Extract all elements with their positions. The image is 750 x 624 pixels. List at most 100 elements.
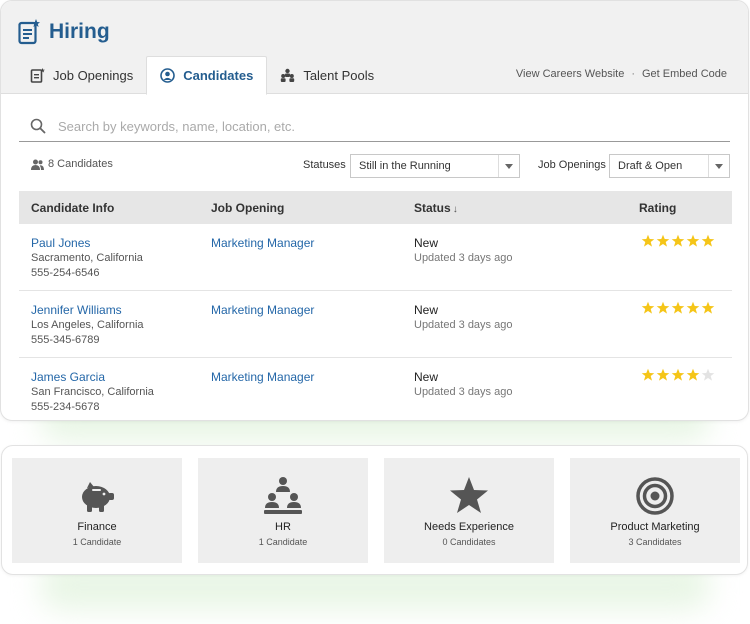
tab-candidates[interactable]: Candidates bbox=[146, 56, 268, 95]
table-header: Candidate Info Job Opening Status ↓ Ratin… bbox=[19, 191, 732, 224]
star-icon bbox=[450, 477, 488, 513]
tab-job-openings[interactable]: Job Openings bbox=[17, 56, 146, 94]
star-filled-icon[interactable] bbox=[656, 368, 670, 382]
rating-stars[interactable] bbox=[641, 234, 715, 248]
star-filled-icon[interactable] bbox=[656, 301, 670, 315]
status-cell: New Updated 3 days ago bbox=[414, 303, 512, 333]
candidate-count-text: 8 Candidates bbox=[48, 158, 113, 170]
job-openings-label: Job Openings bbox=[538, 159, 606, 171]
tab-label: Job Openings bbox=[53, 67, 134, 83]
clipboard-icon bbox=[30, 67, 45, 83]
header: Hiring Job Openings Candidates Talent Po… bbox=[1, 1, 748, 95]
pool-count: 0 Candidates bbox=[442, 537, 496, 547]
user-circle-icon bbox=[160, 68, 176, 83]
header-links: View Careers Website · Get Embed Code bbox=[516, 68, 727, 80]
star-filled-icon[interactable] bbox=[641, 234, 655, 248]
tab-talent-pools[interactable]: Talent Pools bbox=[267, 56, 387, 94]
status-updated: Updated 3 days ago bbox=[414, 319, 513, 331]
search-bar bbox=[19, 111, 730, 142]
job-opening-cell: Marketing Manager bbox=[211, 370, 314, 386]
status-updated: Updated 3 days ago bbox=[414, 252, 513, 264]
statuses-select[interactable]: Still in the Running bbox=[350, 154, 520, 178]
statuses-label: Statuses bbox=[303, 159, 346, 171]
status-cell: New Updated 3 days ago bbox=[414, 236, 512, 266]
candidates-card: Hiring Job Openings Candidates Talent Po… bbox=[0, 0, 749, 421]
search-icon bbox=[30, 118, 46, 134]
pool-count: 1 Candidate bbox=[258, 537, 308, 547]
pool-tile-needs-experience[interactable]: Needs Experience 0 Candidates bbox=[384, 458, 554, 563]
star-filled-icon[interactable] bbox=[641, 301, 655, 315]
candidate-name-link[interactable]: Jennifer Williams bbox=[31, 303, 144, 318]
job-openings-select-value: Draft & Open bbox=[618, 160, 683, 172]
star-filled-icon[interactable] bbox=[686, 301, 700, 315]
candidate-info: Paul Jones Sacramento, California 555-254-… bbox=[31, 236, 143, 281]
column-header-status[interactable]: Status ↓ bbox=[414, 201, 458, 215]
star-empty-icon[interactable] bbox=[701, 368, 715, 382]
table-row[interactable]: Paul Jones Sacramento, California 555-254-… bbox=[19, 224, 732, 291]
group-icon bbox=[281, 68, 295, 82]
status-text: New bbox=[414, 236, 439, 250]
star-filled-icon[interactable] bbox=[641, 368, 655, 382]
candidate-name-link[interactable]: Paul Jones bbox=[31, 236, 143, 251]
status-text: New bbox=[414, 370, 439, 384]
star-filled-icon[interactable] bbox=[686, 368, 700, 382]
star-filled-icon[interactable] bbox=[701, 301, 715, 315]
star-filled-icon[interactable] bbox=[701, 234, 715, 248]
candidate-name-link[interactable]: James Garcia bbox=[31, 370, 154, 385]
pool-tile-finance[interactable]: Finance 1 Candidate bbox=[12, 458, 182, 563]
search-input[interactable] bbox=[58, 118, 698, 134]
pool-count: 1 Candidate bbox=[72, 537, 122, 547]
talent-pools-card: Finance 1 Candidate HR 1 Candidate Needs… bbox=[1, 445, 748, 575]
table-row[interactable]: Jennifer Williams Los Angeles, California… bbox=[19, 291, 732, 358]
target-icon bbox=[636, 477, 674, 515]
app-title: Hiring bbox=[18, 19, 110, 45]
tab-bar: Job Openings Candidates Talent Pools bbox=[17, 56, 387, 95]
filter-bar: 8 Candidates Statuses Still in the Runni… bbox=[31, 154, 731, 178]
pool-tile-hr[interactable]: HR 1 Candidate bbox=[198, 458, 368, 563]
job-openings-select[interactable]: Draft & Open bbox=[609, 154, 730, 178]
job-opening-cell: Marketing Manager bbox=[211, 303, 314, 319]
pool-name: Finance bbox=[77, 521, 117, 533]
job-opening-cell: Marketing Manager bbox=[211, 236, 314, 252]
job-opening-link[interactable]: Marketing Manager bbox=[211, 236, 314, 250]
star-filled-icon[interactable] bbox=[671, 368, 685, 382]
view-careers-link[interactable]: View Careers Website bbox=[516, 68, 624, 80]
candidate-location: San Francisco, California bbox=[31, 386, 154, 398]
star-filled-icon[interactable] bbox=[671, 234, 685, 248]
rating-stars[interactable] bbox=[641, 301, 715, 315]
candidate-location: Sacramento, California bbox=[31, 252, 143, 264]
candidate-info: James Garcia San Francisco, California 555… bbox=[31, 370, 154, 415]
pool-name: HR bbox=[275, 521, 291, 533]
star-filled-icon[interactable] bbox=[671, 301, 685, 315]
job-opening-link[interactable]: Marketing Manager bbox=[211, 303, 314, 317]
tab-label: Candidates bbox=[183, 68, 254, 83]
column-header-job[interactable]: Job Opening bbox=[211, 201, 284, 215]
get-embed-code-link[interactable]: Get Embed Code bbox=[642, 68, 727, 80]
status-text: New bbox=[414, 303, 439, 317]
star-filled-icon[interactable] bbox=[686, 234, 700, 248]
clipboard-star-icon bbox=[18, 19, 40, 45]
candidate-phone: 555-234-5678 bbox=[31, 401, 100, 413]
column-header-rating[interactable]: Rating bbox=[639, 201, 676, 215]
statuses-select-value: Still in the Running bbox=[359, 160, 451, 172]
sort-arrow-icon: ↓ bbox=[452, 204, 458, 215]
candidate-info: Jennifer Williams Los Angeles, California… bbox=[31, 303, 144, 348]
link-separator: · bbox=[631, 68, 635, 80]
candidate-count: 8 Candidates bbox=[31, 158, 113, 170]
table-row[interactable]: James Garcia San Francisco, California 555… bbox=[19, 358, 732, 420]
page-title: Hiring bbox=[49, 20, 110, 43]
people-icon bbox=[31, 159, 44, 170]
pool-tile-product-marketing[interactable]: Product Marketing 3 Candidates bbox=[570, 458, 740, 563]
candidate-location: Los Angeles, California bbox=[31, 319, 144, 331]
column-header-candidate[interactable]: Candidate Info bbox=[31, 201, 114, 215]
pool-name: Needs Experience bbox=[424, 521, 514, 533]
candidate-phone: 555-345-6789 bbox=[31, 334, 100, 346]
pool-name: Product Marketing bbox=[610, 521, 700, 533]
pool-count: 3 Candidates bbox=[628, 537, 682, 547]
status-cell: New Updated 3 days ago bbox=[414, 370, 512, 400]
star-filled-icon[interactable] bbox=[656, 234, 670, 248]
rating-stars[interactable] bbox=[641, 368, 715, 382]
job-opening-link[interactable]: Marketing Manager bbox=[211, 370, 314, 384]
piggy-bank-icon bbox=[82, 482, 114, 512]
status-updated: Updated 3 days ago bbox=[414, 386, 513, 398]
